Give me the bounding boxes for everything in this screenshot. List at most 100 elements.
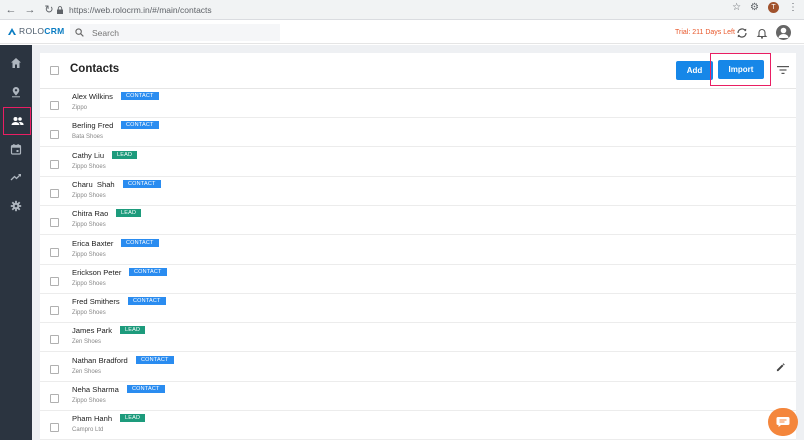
contact-name[interactable]: Neha Sharma bbox=[72, 385, 119, 394]
search-box[interactable] bbox=[70, 24, 280, 41]
home-icon bbox=[11, 58, 21, 68]
contact-name[interactable]: Cathy Liu bbox=[72, 151, 104, 160]
forward-icon[interactable]: → bbox=[22, 2, 38, 18]
contact-row[interactable]: Charu Shah CONTACT Zippo Shoes bbox=[40, 177, 796, 206]
contact-type-badge: CONTACT bbox=[129, 267, 167, 276]
contact-name[interactable]: Fred Smithers bbox=[72, 297, 120, 306]
contact-row[interactable]: James Park LEAD Zen Shoes bbox=[40, 323, 796, 353]
contact-row[interactable]: Cathy Liu LEAD Zippo Shoes bbox=[40, 148, 796, 177]
profile-avatar[interactable]: T bbox=[768, 2, 779, 13]
contact-type-badge: CONTACT bbox=[123, 179, 161, 188]
row-checkbox[interactable] bbox=[50, 394, 59, 403]
sidebar-item-reports[interactable] bbox=[0, 163, 32, 191]
contact-row[interactable]: Berling Fred CONTACT Bata Shoes bbox=[40, 118, 796, 148]
contact-type-badge: LEAD bbox=[112, 150, 138, 159]
contact-name[interactable]: Charu Shah bbox=[72, 180, 115, 189]
contact-row[interactable]: Erickson Peter CONTACT Zippo Shoes bbox=[40, 265, 796, 294]
contact-company: Zippo Shoes bbox=[72, 310, 106, 317]
row-checkbox[interactable] bbox=[50, 218, 59, 228]
trial-text[interactable]: Trial: 211 Days Left bbox=[675, 29, 735, 36]
contact-name[interactable]: Pham Hanh bbox=[72, 414, 112, 423]
trending-icon bbox=[10, 174, 21, 181]
contact-name[interactable]: James Park bbox=[72, 326, 112, 335]
user-avatar[interactable] bbox=[776, 25, 791, 40]
sidebar-item-settings[interactable] bbox=[0, 192, 32, 220]
edit-icon[interactable] bbox=[776, 362, 785, 372]
bell-icon[interactable] bbox=[756, 27, 768, 39]
extension-icon[interactable]: ⚙ bbox=[750, 2, 759, 13]
contact-name[interactable]: Berling Fred bbox=[72, 121, 113, 130]
contacts-icon bbox=[11, 117, 24, 125]
contact-company: Zippo Shoes bbox=[72, 222, 106, 229]
contact-type-badge: CONTACT bbox=[121, 121, 159, 130]
row-checkbox[interactable] bbox=[50, 276, 59, 286]
contact-type-badge: LEAD bbox=[116, 209, 142, 218]
chat-icon bbox=[776, 417, 790, 427]
lock-icon bbox=[57, 6, 63, 14]
address-bar[interactable]: https://web.rolocrm.in/#/main/contacts bbox=[56, 3, 720, 17]
search-input[interactable] bbox=[92, 27, 242, 38]
contact-company: Zippo Shoes bbox=[72, 280, 106, 287]
reload-icon[interactable]: ↻ bbox=[41, 2, 57, 18]
contact-company: Zippo Shoes bbox=[72, 192, 106, 199]
filter-icon[interactable] bbox=[777, 65, 789, 75]
row-checkbox[interactable] bbox=[50, 364, 59, 374]
sidebar-item-contacts[interactable] bbox=[3, 107, 31, 135]
page-title: Contacts bbox=[70, 63, 120, 75]
sidebar-item-home[interactable] bbox=[0, 49, 32, 77]
contact-type-badge: CONTACT bbox=[136, 355, 174, 364]
row-checkbox[interactable] bbox=[50, 423, 59, 433]
contact-company: Zen Shoes bbox=[72, 339, 102, 346]
contact-name[interactable]: Erica Baxter bbox=[72, 239, 113, 248]
contact-row[interactable]: Alex Wilkins CONTACT Zippo bbox=[40, 89, 796, 118]
app-header: ROLO CRM Trial: 211 Days Left bbox=[0, 21, 804, 44]
contacts-header: Contacts Add Import bbox=[40, 53, 796, 89]
add-button[interactable]: Add bbox=[676, 61, 713, 80]
back-icon[interactable]: ← bbox=[3, 2, 19, 18]
star-icon[interactable]: ☆ bbox=[732, 2, 741, 13]
settings-icon bbox=[10, 200, 22, 212]
contact-company: Zippo bbox=[72, 105, 88, 111]
row-checkbox[interactable] bbox=[50, 335, 59, 345]
location-pin-icon bbox=[12, 87, 20, 98]
logo-mark-icon bbox=[8, 27, 16, 35]
contact-type-badge: CONTACT bbox=[128, 297, 166, 306]
contact-type-badge: LEAD bbox=[120, 414, 146, 423]
contact-row[interactable]: Chitra Rao LEAD Zippo Shoes bbox=[40, 206, 796, 236]
contact-name[interactable]: Alex Wilkins bbox=[72, 92, 113, 101]
more-menu-icon[interactable]: ⋮ bbox=[788, 2, 798, 13]
sidebar-item-locations[interactable] bbox=[0, 78, 32, 106]
import-button[interactable]: Import bbox=[718, 60, 764, 79]
contact-row[interactable]: Erica Baxter CONTACT Zippo Shoes bbox=[40, 236, 796, 265]
url-text: https://web.rolocrm.in/#/main/contacts bbox=[69, 5, 212, 15]
logo-rolo-text: ROLO bbox=[19, 26, 45, 36]
contact-type-badge: CONTACT bbox=[121, 92, 159, 100]
contact-row[interactable]: Nathan Bradford CONTACT Zen Shoes bbox=[40, 353, 796, 382]
contact-company: Zen Shoes bbox=[72, 368, 102, 375]
user-icon bbox=[778, 27, 789, 38]
contact-row[interactable]: Neha Sharma CONTACT Zippo Shoes bbox=[40, 382, 796, 411]
logo-crm-text: CRM bbox=[44, 26, 65, 36]
contact-company: Bata Shoes bbox=[72, 134, 104, 141]
row-checkbox[interactable] bbox=[50, 306, 59, 316]
contact-name[interactable]: Chitra Rao bbox=[72, 209, 108, 218]
contact-name[interactable]: Erickson Peter bbox=[72, 268, 121, 277]
sync-icon[interactable] bbox=[736, 27, 748, 39]
row-checkbox[interactable] bbox=[50, 130, 59, 140]
contact-type-badge: CONTACT bbox=[127, 385, 165, 393]
row-checkbox[interactable] bbox=[50, 159, 59, 169]
contact-name[interactable]: Nathan Bradford bbox=[72, 356, 128, 365]
select-all-checkbox[interactable] bbox=[50, 66, 59, 75]
sidebar-item-calendar[interactable] bbox=[0, 135, 32, 163]
sidebar bbox=[0, 45, 32, 440]
contact-row[interactable]: Fred Smithers CONTACT Zippo Shoes bbox=[40, 294, 796, 324]
calendar-icon bbox=[10, 144, 22, 155]
row-checkbox[interactable] bbox=[50, 101, 59, 110]
contact-row[interactable]: Pham Hanh LEAD Campro Ltd bbox=[40, 411, 796, 440]
row-checkbox[interactable] bbox=[50, 247, 59, 257]
contact-company: Campro Ltd bbox=[72, 427, 104, 434]
contact-company: Zippo Shoes bbox=[72, 398, 106, 404]
row-checkbox[interactable] bbox=[50, 188, 59, 198]
chat-button[interactable] bbox=[768, 408, 798, 436]
main-content: Contacts Add Import Alex Wilkins CONTACT Z… bbox=[32, 45, 804, 440]
